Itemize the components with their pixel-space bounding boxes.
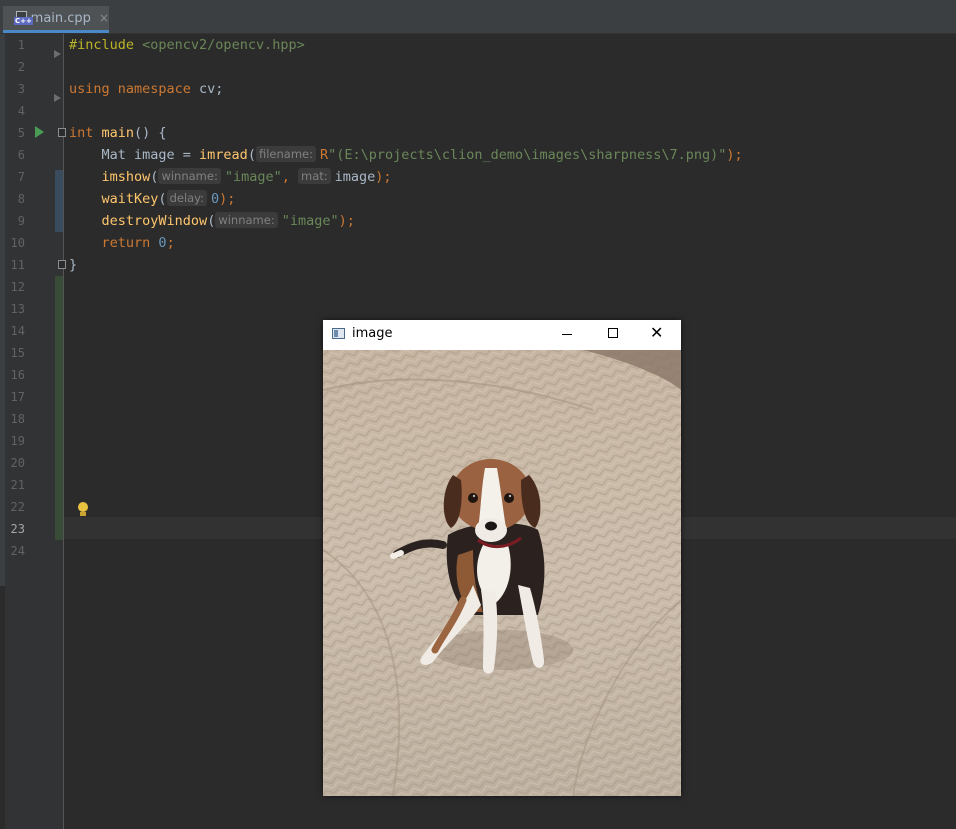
code-text: image [334, 169, 376, 185]
line-number: 8 [17, 192, 25, 206]
run-icon[interactable] [35, 126, 44, 138]
beagle-photo [323, 350, 681, 796]
parameter-hint: winname: [215, 212, 278, 228]
code-text: cv; [190, 81, 224, 97]
code-line-5[interactable]: int main() { [69, 122, 167, 144]
keyword: using [69, 81, 110, 97]
keyword: namespace [109, 81, 191, 97]
number-literal: 0 [150, 235, 167, 251]
code-line-1[interactable]: #include <opencv2/opencv.hpp> [69, 34, 305, 56]
raw-prefix: R [319, 147, 329, 163]
fold-toggle-icon[interactable] [58, 128, 66, 137]
gutter-divider [63, 34, 64, 829]
line-number: 11 [10, 258, 25, 272]
code-text: ); [219, 191, 236, 207]
vcs-added-marker[interactable] [55, 276, 63, 540]
code-text: () { [134, 125, 167, 141]
lightbulb-icon[interactable] [78, 502, 88, 512]
fold-marker-icon[interactable] [54, 50, 61, 58]
code-line-11[interactable]: } [69, 254, 77, 276]
preprocessor: #include [69, 37, 135, 53]
tab-label: main.cpp [30, 10, 91, 26]
fold-toggle-icon[interactable] [58, 260, 66, 269]
line-number: 1 [17, 38, 25, 52]
line-number: 16 [10, 368, 25, 382]
window-titlebar[interactable]: image ✕ [323, 320, 681, 350]
tab-close-icon[interactable]: × [99, 11, 109, 25]
line-number: 21 [10, 478, 25, 492]
number-literal: 0 [211, 191, 220, 207]
line-number: 13 [10, 302, 25, 316]
code-text: } [69, 257, 78, 273]
line-number: 17 [10, 390, 25, 404]
function-call: waitKey [101, 191, 159, 207]
displayed-image [323, 350, 681, 796]
code-text: ( [158, 191, 167, 207]
line-number: 15 [10, 346, 25, 360]
line-number: 22 [10, 500, 25, 514]
app-window-icon [332, 328, 345, 339]
line-number: 18 [10, 412, 25, 426]
keyword: return [101, 235, 151, 251]
line-number: 24 [10, 544, 25, 558]
line-number: 6 [17, 148, 25, 162]
line-number: 10 [10, 236, 25, 250]
code-line-10[interactable]: return 0; [69, 232, 175, 254]
code-text: ); [375, 169, 392, 185]
line-number: 5 [17, 126, 25, 140]
vcs-modified-marker[interactable] [55, 170, 63, 232]
parameter-hint: filename: [255, 146, 316, 162]
code-text: ( [150, 169, 159, 185]
maximize-icon[interactable] [608, 328, 618, 338]
code-text: ; [166, 235, 175, 251]
code-text: Mat image = [69, 147, 200, 163]
code-line-3[interactable]: using namespace cv; [69, 78, 223, 100]
line-number: 2 [17, 60, 25, 74]
line-number: 19 [10, 434, 25, 448]
close-icon[interactable]: ✕ [650, 323, 663, 343]
editor-tab-bar: C++ main.cpp × [0, 6, 956, 34]
include-path: <opencv2/opencv.hpp> [134, 37, 305, 53]
parameter-hint: mat: [298, 168, 331, 184]
function-name: main [93, 125, 135, 141]
line-number: 12 [10, 280, 25, 294]
parameter-hint: winname: [158, 168, 221, 184]
code-line-7[interactable]: imshow(winname: "image", mat: image); [69, 166, 392, 188]
function-call: imshow [101, 169, 151, 185]
code-line-6[interactable]: Mat image = imread(filename: R"(E:\projec… [69, 144, 743, 166]
line-number: 9 [17, 214, 25, 228]
fold-marker-icon[interactable] [54, 94, 61, 102]
cpp-file-icon: C++ [14, 11, 33, 25]
line-number: 20 [10, 456, 25, 470]
string-literal: "image" [281, 213, 339, 229]
code-text: ( [247, 147, 256, 163]
line-number: 7 [17, 170, 25, 184]
line-number: 3 [17, 82, 25, 96]
function-call: destroyWindow [101, 213, 208, 229]
code-line-8[interactable]: waitKey(delay: 0); [69, 188, 235, 210]
keyword: int [69, 125, 94, 141]
code-text: ); [726, 147, 743, 163]
string-literal: "image" [224, 169, 282, 185]
minimize-icon[interactable] [562, 334, 572, 335]
code-text: , [281, 169, 298, 185]
opencv-image-window[interactable]: image ✕ [323, 320, 681, 796]
code-line-9[interactable]: destroyWindow(winname: "image"); [69, 210, 355, 232]
line-number: 4 [17, 104, 25, 118]
string-literal: "(E:\projects\clion_demo\images\sharpnes… [328, 147, 727, 163]
window-title: image [352, 326, 393, 341]
parameter-hint: delay: [166, 190, 208, 206]
line-number: 14 [10, 324, 25, 338]
tab-main-cpp[interactable]: C++ main.cpp × [3, 6, 109, 33]
function-call: imread [199, 147, 248, 163]
code-text: ); [338, 213, 355, 229]
code-text: ( [207, 213, 216, 229]
lightbulb-base [80, 512, 86, 516]
line-number-current: 23 [10, 522, 25, 536]
